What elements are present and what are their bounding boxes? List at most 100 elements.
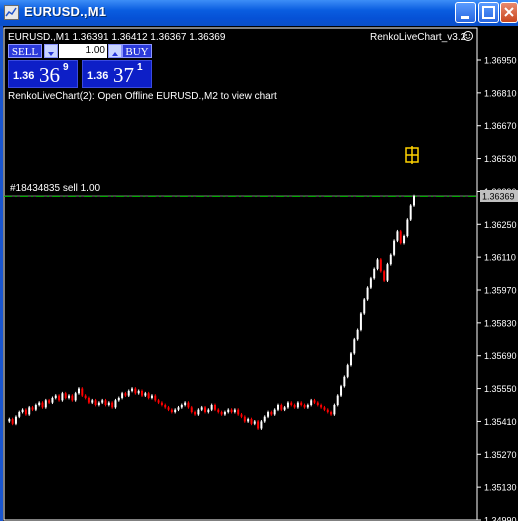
candle-body	[101, 400, 104, 403]
candle-body	[184, 402, 187, 405]
candle-body	[296, 402, 299, 408]
candle-body	[227, 409, 230, 413]
candle-body	[31, 407, 34, 410]
current-price-label: 1.36369	[482, 192, 515, 202]
candle-body	[270, 412, 273, 415]
candle-body	[283, 407, 286, 410]
candle-body	[38, 402, 41, 405]
candle-body	[194, 412, 197, 415]
ask-price-pips: 37	[113, 63, 134, 87]
window-title-bar[interactable]: EURUSD.,M1	[0, 0, 518, 26]
buy-button[interactable]: BUY	[122, 44, 152, 58]
close-button[interactable]	[500, 2, 518, 23]
candle-body	[290, 402, 293, 405]
candle-body	[124, 393, 127, 396]
candle-body	[393, 240, 396, 255]
candle-body	[8, 419, 11, 422]
candle-body	[64, 393, 67, 398]
candle-body	[41, 402, 44, 408]
candle-body	[157, 400, 160, 403]
maximize-button[interactable]	[478, 2, 499, 23]
candle-body	[376, 259, 379, 269]
bid-price-fraction: 9	[63, 62, 69, 73]
candle-body	[144, 393, 147, 396]
candle-body	[363, 299, 366, 314]
price-axis-label: 1.36810	[484, 88, 517, 98]
candle-body	[204, 407, 207, 413]
candle-body	[14, 416, 17, 424]
ask-price-fraction: 1	[137, 62, 143, 73]
lot-size-input[interactable]: 1.00	[59, 44, 107, 58]
candle-body	[310, 400, 313, 405]
candle-body	[333, 405, 336, 415]
candle-body	[21, 409, 24, 413]
price-axis-label: 1.36250	[484, 220, 517, 230]
candle-body	[263, 416, 266, 422]
candle-body	[81, 388, 84, 396]
order-label: #18434835 sell 1.00	[10, 183, 101, 194]
candle-body	[164, 405, 167, 408]
candle-body	[396, 231, 399, 241]
candle-body	[28, 407, 31, 415]
candle-body	[187, 402, 190, 408]
candle-body	[154, 395, 157, 401]
candle-body	[190, 407, 193, 413]
candle-body	[403, 236, 406, 244]
candle-body	[343, 376, 346, 387]
candle-body	[330, 412, 333, 415]
candle-body	[18, 412, 21, 417]
candle-body	[170, 409, 173, 413]
candle-body	[197, 409, 200, 415]
candle-body	[68, 395, 71, 398]
candle-body	[247, 419, 250, 422]
price-axis-label: 1.36950	[484, 56, 517, 66]
signal-marker-icon	[405, 146, 419, 164]
candle-body	[383, 271, 386, 281]
window-title: EURUSD.,M1	[24, 4, 107, 19]
candle-body	[366, 287, 369, 300]
price-axis[interactable]: 1.369501.368101.366701.365301.363901.362…	[477, 56, 517, 521]
candle-body	[213, 405, 216, 410]
ask-price-button[interactable]: 1.36 37 1	[82, 60, 152, 88]
candle-body	[11, 419, 14, 424]
candle-body	[54, 395, 57, 398]
candle-body	[150, 395, 153, 398]
candle-body	[336, 395, 339, 405]
price-axis-label: 1.35830	[484, 318, 517, 328]
minimize-button[interactable]	[455, 2, 476, 23]
candle-body	[58, 395, 61, 401]
candle-body	[77, 388, 80, 394]
candle-body	[346, 365, 349, 377]
candle-body	[389, 254, 392, 265]
candle-body	[141, 390, 143, 396]
lot-decrease-button[interactable]	[44, 44, 58, 58]
price-axis-label: 1.34990	[484, 516, 517, 521]
candle-body	[51, 397, 54, 403]
candle-body	[24, 409, 27, 415]
candle-body	[406, 219, 409, 237]
candle-body	[217, 409, 220, 413]
candle-body	[409, 205, 412, 220]
sell-button[interactable]: SELL	[8, 44, 42, 58]
candle-body	[340, 386, 343, 396]
candle-body	[97, 402, 100, 405]
candle-body	[237, 409, 240, 415]
candle-body	[160, 402, 163, 405]
candle-body	[359, 313, 362, 330]
lot-increase-button[interactable]	[108, 44, 122, 58]
candle-body	[413, 196, 415, 206]
price-axis-label: 1.35690	[484, 351, 517, 361]
candle-body	[320, 405, 323, 408]
arrow-down-icon	[48, 52, 54, 56]
bid-price-button[interactable]: 1.36 36 9	[8, 60, 78, 88]
candle-body	[87, 397, 90, 403]
candle-body	[104, 400, 107, 405]
candle-body	[121, 393, 124, 398]
candle-body	[250, 419, 253, 424]
candle-body	[260, 421, 263, 429]
price-chart[interactable]: EURUSD.,M1 1.36391 1.36412 1.36367 1.363…	[0, 26, 518, 521]
candle-body	[286, 402, 289, 408]
indicator-label: RenkoLiveChart_v3.2	[370, 32, 467, 43]
candles-series	[8, 194, 415, 430]
candle-body	[174, 409, 177, 413]
